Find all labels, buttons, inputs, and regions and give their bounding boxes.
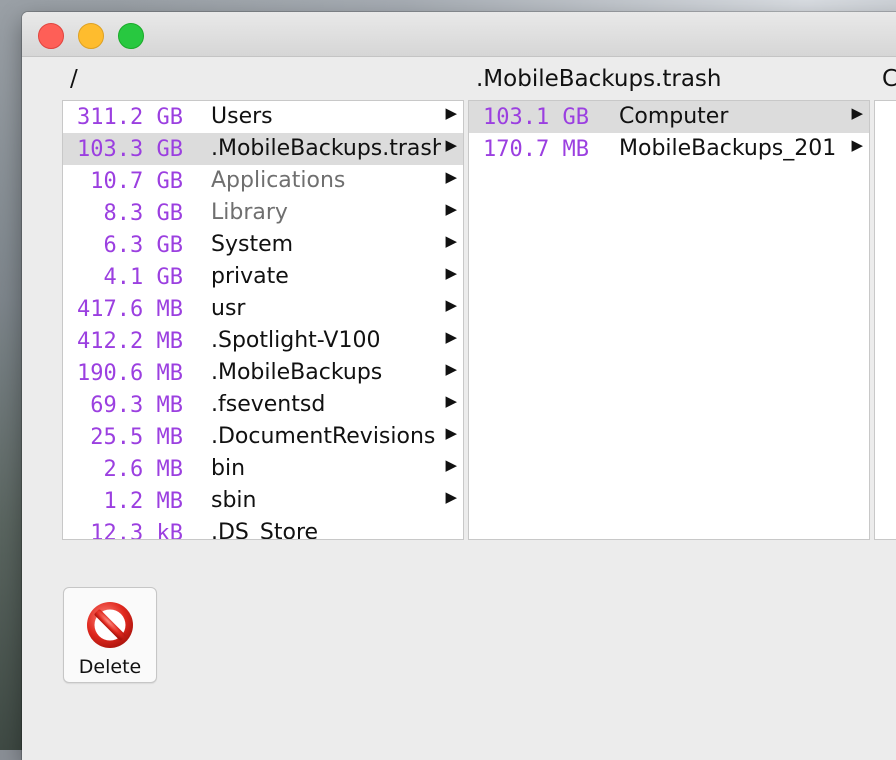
column-header-root: / — [70, 66, 78, 92]
item-size: 2.6 MB — [103, 457, 183, 482]
disclosure-arrow-icon[interactable]: ▶ — [445, 289, 457, 321]
app-window: / .MobileBackups.trash C 311.2 GB Users ▶ 1… — [22, 12, 896, 760]
item-size: 8.3 GB — [103, 201, 183, 226]
item-size: 25.5 MB — [90, 425, 183, 450]
item-name: Library — [211, 200, 288, 225]
item-size: 10.7 GB — [90, 169, 183, 194]
item-name: .Spotlight-V100 — [211, 328, 381, 353]
item-name: sbin — [211, 488, 257, 513]
item-name: .fseventsd — [211, 392, 326, 417]
disclosure-arrow-icon[interactable]: ▶ — [445, 385, 457, 417]
list-item[interactable]: 417.6 MB usr ▶ — [63, 293, 463, 325]
item-size: 1 — [879, 102, 896, 134]
item-name: MobileBackups_201 — [619, 136, 837, 161]
item-name: .DS_Store — [211, 520, 319, 540]
disclosure-arrow-icon[interactable]: ▶ — [445, 161, 457, 193]
disclosure-arrow-icon[interactable]: ▶ — [851, 101, 863, 129]
disclosure-arrow-icon[interactable]: ▶ — [445, 353, 457, 385]
disclosure-arrow-icon[interactable]: ▶ — [445, 193, 457, 225]
item-size: 4.1 GB — [103, 265, 183, 290]
item-name: Computer — [619, 104, 729, 129]
prohibited-icon — [87, 602, 133, 648]
disclosure-arrow-icon[interactable]: ▶ — [851, 129, 863, 161]
column-header-mobilebackups-trash: .MobileBackups.trash — [476, 66, 722, 92]
item-name: Users — [211, 104, 273, 129]
list-item[interactable]: 25.5 MB .DocumentRevisions ▶ — [63, 421, 463, 453]
minimize-window-button[interactable] — [78, 23, 104, 49]
list-item[interactable]: 8.3 GB Library ▶ — [63, 197, 463, 229]
list-item[interactable]: 190.6 MB .MobileBackups ▶ — [63, 357, 463, 389]
disclosure-arrow-icon[interactable]: ▶ — [445, 257, 457, 289]
item-name: private — [211, 264, 289, 289]
disclosure-arrow-icon[interactable]: ▶ — [445, 481, 457, 513]
item-name: System — [211, 232, 294, 257]
item-size: 69.3 MB — [90, 393, 183, 418]
disclosure-arrow-icon[interactable]: ▶ — [445, 449, 457, 481]
list-item[interactable]: 4.1 GB private ▶ — [63, 261, 463, 293]
zoom-window-button[interactable] — [118, 23, 144, 49]
column-list-third[interactable]: 1 — [874, 100, 896, 540]
delete-button-label: Delete — [78, 656, 142, 678]
column-header-third: C — [882, 66, 896, 92]
item-size: 12.3 kB — [90, 521, 183, 540]
item-name: usr — [211, 296, 246, 321]
item-name: .DocumentRevisions — [211, 424, 436, 449]
item-size: 412.2 MB — [77, 329, 183, 354]
list-item[interactable]: 12.3 kB .DS_Store — [63, 517, 463, 540]
close-window-button[interactable] — [38, 23, 64, 49]
item-name: .MobileBackups.trash — [211, 136, 441, 161]
item-size: 6.3 GB — [103, 233, 183, 258]
item-size: 103.3 GB — [77, 137, 183, 162]
disclosure-arrow-icon[interactable]: ▶ — [445, 321, 457, 353]
item-size: 170.7 MB — [483, 137, 589, 162]
disclosure-arrow-icon[interactable]: ▶ — [445, 225, 457, 257]
title-bar[interactable] — [22, 12, 896, 57]
list-item[interactable]: 2.6 MB bin ▶ — [63, 453, 463, 485]
list-item[interactable]: 69.3 MB .fseventsd ▶ — [63, 389, 463, 421]
list-item[interactable]: 311.2 GB Users ▶ — [63, 101, 463, 133]
list-item[interactable]: 6.3 GB System ▶ — [63, 229, 463, 261]
list-item[interactable]: 170.7 MB MobileBackups_201 ▶ — [469, 133, 869, 165]
item-size: 311.2 GB — [77, 105, 183, 130]
disclosure-arrow-icon[interactable]: ▶ — [445, 417, 457, 449]
list-item[interactable]: 412.2 MB .Spotlight-V100 ▶ — [63, 325, 463, 357]
item-name: .MobileBackups — [211, 360, 383, 385]
column-list-mobilebackups-trash[interactable]: 103.1 GB Computer ▶ 170.7 MB MobileBackups_2… — [468, 100, 870, 540]
column-list-root[interactable]: 311.2 GB Users ▶ 103.3 GB .MobileBackups.tra… — [62, 100, 464, 540]
disclosure-arrow-icon[interactable]: ▶ — [445, 129, 457, 161]
delete-button[interactable]: Delete — [63, 587, 157, 683]
item-size: 190.6 MB — [77, 361, 183, 386]
item-size: 103.1 GB — [483, 105, 589, 130]
list-item[interactable]: 1.2 MB sbin ▶ — [63, 485, 463, 517]
list-item[interactable]: 103.3 GB .MobileBackups.trash ▶ — [63, 133, 463, 165]
list-item[interactable]: 1 — [875, 101, 896, 133]
list-item[interactable]: 103.1 GB Computer ▶ — [469, 101, 869, 133]
list-item[interactable]: 10.7 GB Applications ▶ — [63, 165, 463, 197]
item-name: Applications — [211, 168, 346, 193]
item-size: 417.6 MB — [77, 297, 183, 322]
item-name: bin — [211, 456, 246, 481]
disclosure-arrow-icon[interactable]: ▶ — [445, 101, 457, 129]
item-size: 1.2 MB — [103, 489, 183, 514]
